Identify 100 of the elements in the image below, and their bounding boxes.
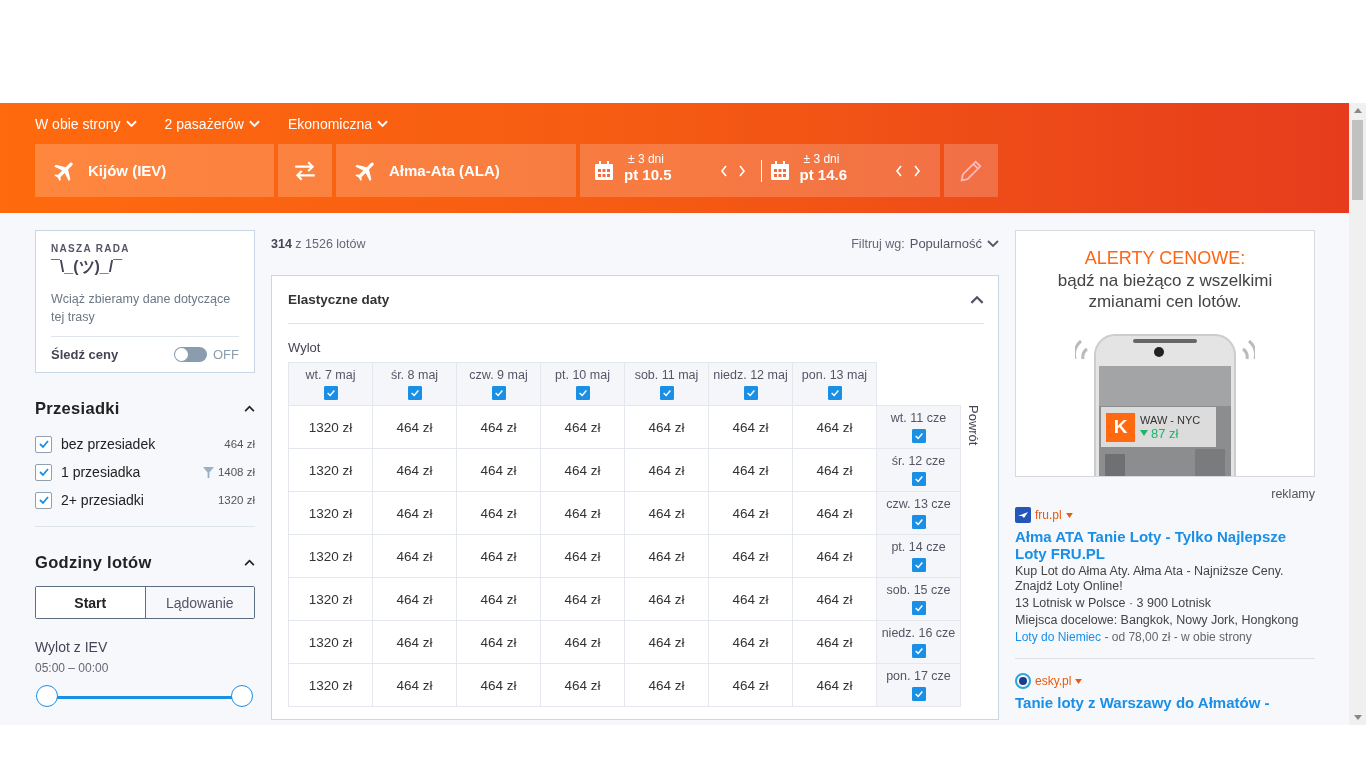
sort-dropdown[interactable]: Popularność [909, 236, 999, 251]
date-label: sob. 15 cze [886, 583, 951, 597]
track-toggle[interactable] [174, 347, 207, 362]
check-icon [913, 517, 924, 527]
date-label: pon. 13 maj [801, 368, 868, 382]
checkbox[interactable] [35, 463, 52, 481]
plane-logo-icon [1015, 507, 1031, 523]
check-icon [409, 388, 420, 398]
date-checkbox[interactable] [491, 386, 506, 400]
flex-days: ± 3 dni [803, 152, 840, 166]
check-icon [913, 646, 924, 656]
date-label: pon. 17 cze [886, 669, 951, 683]
slider-handle[interactable] [36, 685, 58, 707]
swap-button[interactable] [278, 144, 332, 197]
departure-time-label: Wylot z IEV [35, 639, 109, 655]
stop-option-label: 1 przesiadka [61, 464, 142, 480]
date-checkbox[interactable] [911, 515, 926, 529]
ad-text: Kup Lot do Ałma Aty. Ałma Ata - Najniższe Ceny. Znajdź Loty Online! [1015, 564, 1285, 594]
results-count: 314 z 1526 lotów [271, 236, 367, 251]
calendar-icon [594, 160, 614, 181]
sort-label: Filtruj wg: [851, 236, 905, 251]
check-icon [913, 474, 924, 484]
check-icon [37, 466, 50, 478]
return-label: Powrót [966, 405, 981, 448]
date-checkbox[interactable] [911, 472, 926, 486]
chevron-down-icon [249, 119, 260, 128]
date-checkbox[interactable] [323, 386, 338, 400]
time-range: 05:00 – 00:00 [35, 661, 110, 675]
checkbox[interactable] [35, 435, 52, 453]
ad-text: Miejsca docelowe: Bangkok, Nowy Jork, Hongkong [1015, 613, 1300, 628]
date-checkbox[interactable] [743, 386, 758, 400]
chevron-left-icon [895, 164, 903, 177]
advice-heading: NASZA RADA [51, 243, 131, 254]
scrollbar-thumb[interactable] [1352, 120, 1363, 200]
track-prices-label: Śledź ceny [51, 347, 120, 362]
date-checkbox[interactable] [911, 601, 926, 615]
chevron-right-icon [737, 164, 746, 177]
date-label: sob. 11 maj [634, 368, 699, 382]
date-checkbox[interactable] [827, 386, 842, 400]
app-logo: K [1106, 412, 1135, 442]
caret-icon[interactable] [1065, 512, 1073, 518]
date-label: śr. 12 cze [891, 454, 946, 468]
check-icon [37, 438, 50, 450]
collapse-icon[interactable] [244, 559, 255, 566]
date-label: wt. 11 cze [890, 411, 947, 425]
notification-price: 87 zł [1140, 425, 1201, 441]
ad-text: 13 Lotnisk w Polsce · 3 900 Lotnisk [1015, 596, 1212, 611]
slider-handle[interactable] [231, 685, 253, 707]
date-checkbox[interactable] [911, 687, 926, 701]
banner-text: bądź na bieżąco z wszelkimi zmianami cen lotów. [1056, 270, 1274, 312]
time-tab[interactable]: Lądowanie [144, 587, 254, 618]
price-cell[interactable]: 1320 zł [288, 663, 373, 707]
date-label: niedz. 12 maj [713, 368, 788, 382]
check-icon [37, 494, 50, 506]
date-checkbox[interactable] [911, 558, 926, 572]
collapse-icon[interactable] [244, 405, 255, 412]
collapse-icon[interactable] [970, 295, 984, 304]
stop-option-label: bez przesiadek [61, 436, 157, 452]
date-checkbox[interactable] [575, 386, 590, 400]
checkbox[interactable] [35, 491, 52, 509]
ad-sitelink-line: Loty do Niemiec - od 78,00 zł - w obie strony [1015, 630, 1253, 644]
stop-price: 1320 zł [217, 494, 255, 506]
scroll-up-icon[interactable] [1353, 108, 1362, 113]
edit-button[interactable] [944, 144, 998, 197]
flex-days: ± 3 dni [628, 152, 664, 166]
check-icon [829, 388, 840, 398]
caret-icon[interactable] [1075, 678, 1083, 684]
date-checkbox[interactable] [407, 386, 422, 400]
chevron-down-icon [377, 119, 389, 128]
chevron-down-icon [987, 239, 999, 248]
scrollbar[interactable] [1349, 103, 1366, 725]
date-label: czw. 9 maj [469, 368, 528, 382]
section-title: Godziny lotów [35, 553, 152, 572]
stop-price: 1408 zł [217, 466, 255, 478]
date-label: czw. 13 cze [886, 497, 951, 511]
chevron-left-icon [719, 164, 728, 177]
chevron-down-icon [125, 119, 137, 128]
check-icon [913, 689, 924, 699]
ads-label: reklamy [1271, 487, 1315, 501]
check-icon [325, 388, 336, 398]
check-icon [745, 388, 756, 398]
date-checkbox[interactable] [659, 386, 674, 400]
card-title: Elastyczne daty [288, 292, 390, 307]
departure-label: Wylot [288, 340, 322, 355]
shrug-emoticon: ¯\_(ツ)_/¯ [51, 257, 124, 277]
toggle-state: OFF [213, 347, 239, 362]
date-label: śr. 8 maj [390, 368, 439, 382]
date-label: pt. 14 cze [891, 540, 946, 554]
scroll-down-icon[interactable] [1353, 715, 1362, 720]
stop-price: 464 zł [224, 438, 255, 450]
date-checkbox[interactable] [911, 644, 926, 658]
check-icon [913, 560, 924, 570]
date-label: pt. 10 maj [555, 368, 610, 382]
stop-option-label: 2+ przesiadki [61, 492, 145, 508]
notification-route: WAW - NYC [1140, 413, 1201, 426]
date-checkbox[interactable] [911, 429, 926, 443]
section-title: Przesiadki [35, 399, 120, 418]
banner-headline: ALERTY CENOWE: [1084, 248, 1246, 269]
calendar-icon [769, 160, 790, 181]
time-tab[interactable]: Start [36, 587, 145, 618]
